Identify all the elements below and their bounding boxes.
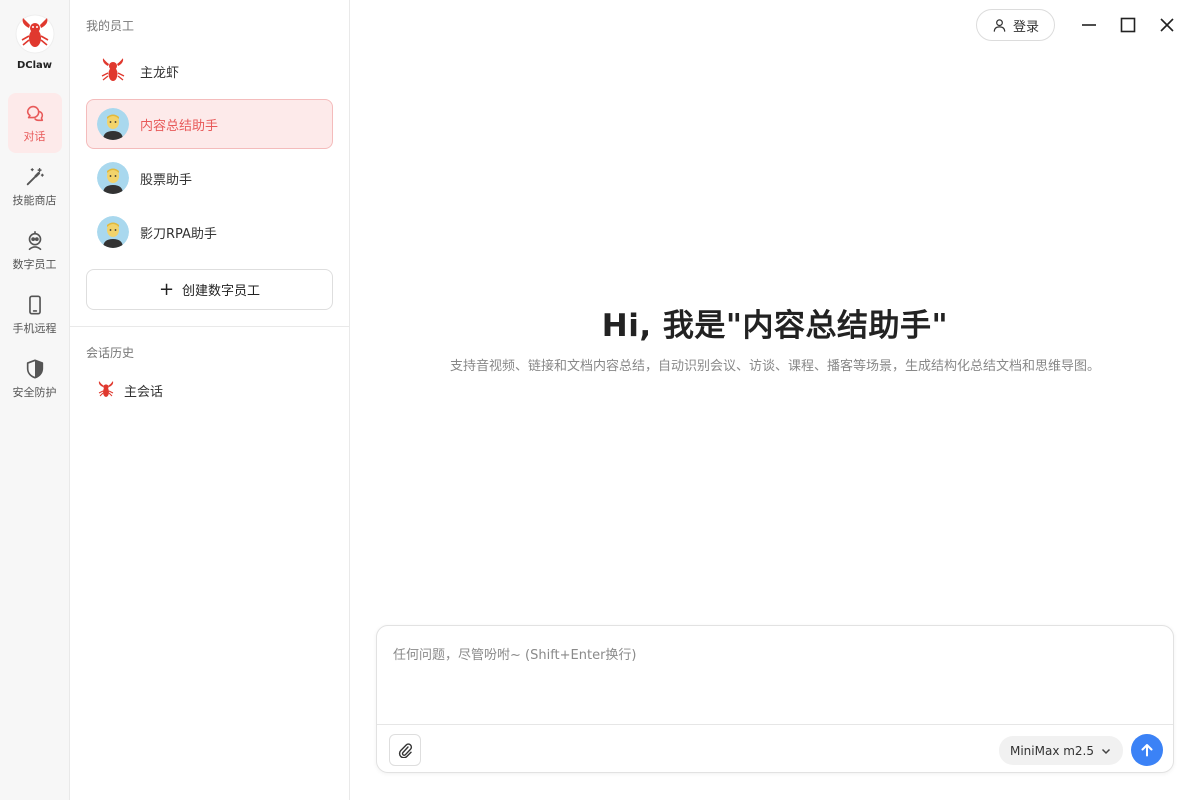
hero-title: Hi, 我是"内容总结助手" — [601, 308, 949, 344]
arrow-up-icon — [1141, 744, 1153, 757]
chat-icon — [26, 105, 43, 122]
panel-divider — [70, 326, 350, 327]
robot-icon — [28, 231, 41, 251]
person-avatar-icon — [97, 216, 129, 248]
maximize-icon — [1120, 17, 1136, 33]
employee-name: 股票助手 — [140, 172, 193, 188]
employee-panel: 我的员工 主龙虾 内容总结助手 股票助手 影刀RPA助手 + 创建数字员工 会话… — [70, 0, 350, 800]
composer-divider — [377, 724, 1173, 725]
lobster-logo-icon — [15, 14, 54, 54]
employee-item-content-summary[interactable]: 内容总结助手 — [86, 99, 333, 149]
nav-label-digital-staff: 数字员工 — [12, 258, 57, 271]
history-item-main-session[interactable]: 主会话 — [96, 380, 163, 400]
minimize-button[interactable] — [1070, 9, 1108, 41]
nav-label-skill-store: 技能商店 — [12, 194, 57, 207]
create-employee-button[interactable]: + 创建数字员工 — [86, 269, 333, 310]
nav-item-digital-staff[interactable]: 数字员工 — [8, 221, 62, 281]
close-icon — [1160, 18, 1174, 32]
model-selector-value: MiniMax m2.5 — [1009, 743, 1095, 758]
plus-icon: + — [158, 278, 175, 300]
history-section-title: 会话历史 — [86, 346, 135, 360]
maximize-button[interactable] — [1109, 9, 1147, 41]
app-window: DClaw 对话 技能商店 数字员工 手机远程 安全防护 我的员工 主龙虾 内容… — [0, 0, 1200, 800]
attach-button[interactable] — [389, 734, 421, 766]
employee-item-stock[interactable]: 股票助手 — [86, 153, 333, 203]
nav-label-phone-remote: 手机远程 — [12, 322, 57, 335]
employee-name: 内容总结助手 — [140, 118, 219, 134]
nav-item-skill-store[interactable]: 技能商店 — [8, 157, 62, 217]
paperclip-icon — [398, 743, 413, 758]
employees-section-title: 我的员工 — [86, 19, 135, 33]
nav-item-phone-remote[interactable]: 手机远程 — [8, 285, 62, 345]
shield-icon — [26, 359, 43, 379]
employee-item-rpa[interactable]: 影刀RPA助手 — [86, 207, 333, 257]
nav-label-chat: 对话 — [23, 130, 46, 143]
hero-subtitle: 支持音视频、链接和文档内容总结，自动识别会议、访谈、课程、播客等场景，生成结构化… — [449, 359, 1100, 374]
lobster-icon — [98, 381, 114, 397]
brand-name: DClaw — [16, 60, 53, 71]
minimize-icon — [1082, 24, 1096, 26]
create-employee-label: 创建数字员工 — [182, 284, 261, 299]
history-item-label: 主会话 — [124, 384, 164, 400]
phone-icon — [28, 295, 41, 315]
message-input[interactable] — [377, 626, 1173, 724]
employee-name: 影刀RPA助手 — [140, 226, 217, 242]
close-button[interactable] — [1148, 9, 1186, 41]
chevron-down-icon — [1101, 748, 1111, 754]
nav-item-security[interactable]: 安全防护 — [8, 349, 62, 409]
login-label: 登录 — [1012, 19, 1039, 35]
nav-rail: DClaw 对话 技能商店 数字员工 手机远程 安全防护 — [0, 0, 70, 800]
send-button[interactable] — [1131, 734, 1163, 766]
employee-item-main-lobster[interactable]: 主龙虾 — [86, 46, 333, 96]
user-icon — [993, 18, 1006, 32]
main-area: 登录 Hi, 我是"内容总结助手" 支持音视频、链接和文档内容总结，自动识别会议… — [350, 0, 1200, 800]
employee-name: 主龙虾 — [140, 65, 180, 81]
person-avatar-icon — [97, 108, 129, 140]
model-selector[interactable]: MiniMax m2.5 — [999, 736, 1123, 765]
nav-label-security: 安全防护 — [12, 386, 57, 399]
topbar: 登录 — [976, 9, 1186, 41]
lobster-avatar-icon — [97, 55, 129, 87]
nav-item-chat[interactable]: 对话 — [7, 93, 62, 153]
person-avatar-icon — [97, 162, 129, 194]
brand: DClaw — [15, 14, 55, 71]
message-composer: MiniMax m2.5 — [376, 625, 1174, 773]
login-button[interactable]: 登录 — [976, 9, 1055, 41]
magic-wand-icon — [26, 168, 44, 186]
